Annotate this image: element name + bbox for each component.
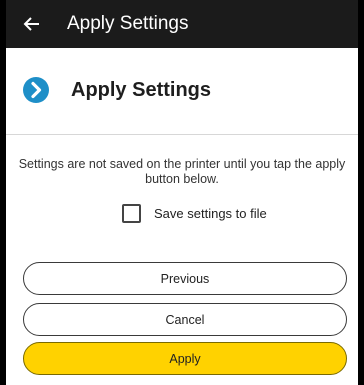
app-bar: Apply Settings xyxy=(6,0,358,48)
circle-arrow-right-icon xyxy=(22,76,50,104)
cancel-button[interactable]: Cancel xyxy=(23,303,347,336)
app-bar-title: Apply Settings xyxy=(67,13,189,34)
section-title: Apply Settings xyxy=(71,79,212,101)
section-header: Apply Settings xyxy=(6,48,358,134)
save-settings-label: Save settings to file xyxy=(154,205,267,221)
arrow-left-icon[interactable] xyxy=(22,14,42,34)
info-message: Settings are not saved on the printer un… xyxy=(18,157,346,186)
app-screen: Apply Settings Apply Settings Settings a… xyxy=(6,0,358,385)
previous-button[interactable]: Previous xyxy=(23,262,347,295)
divider xyxy=(6,134,358,135)
save-settings-option[interactable]: Save settings to file xyxy=(122,202,267,224)
apply-button[interactable]: Apply xyxy=(23,342,347,375)
save-settings-checkbox[interactable] xyxy=(122,203,141,223)
